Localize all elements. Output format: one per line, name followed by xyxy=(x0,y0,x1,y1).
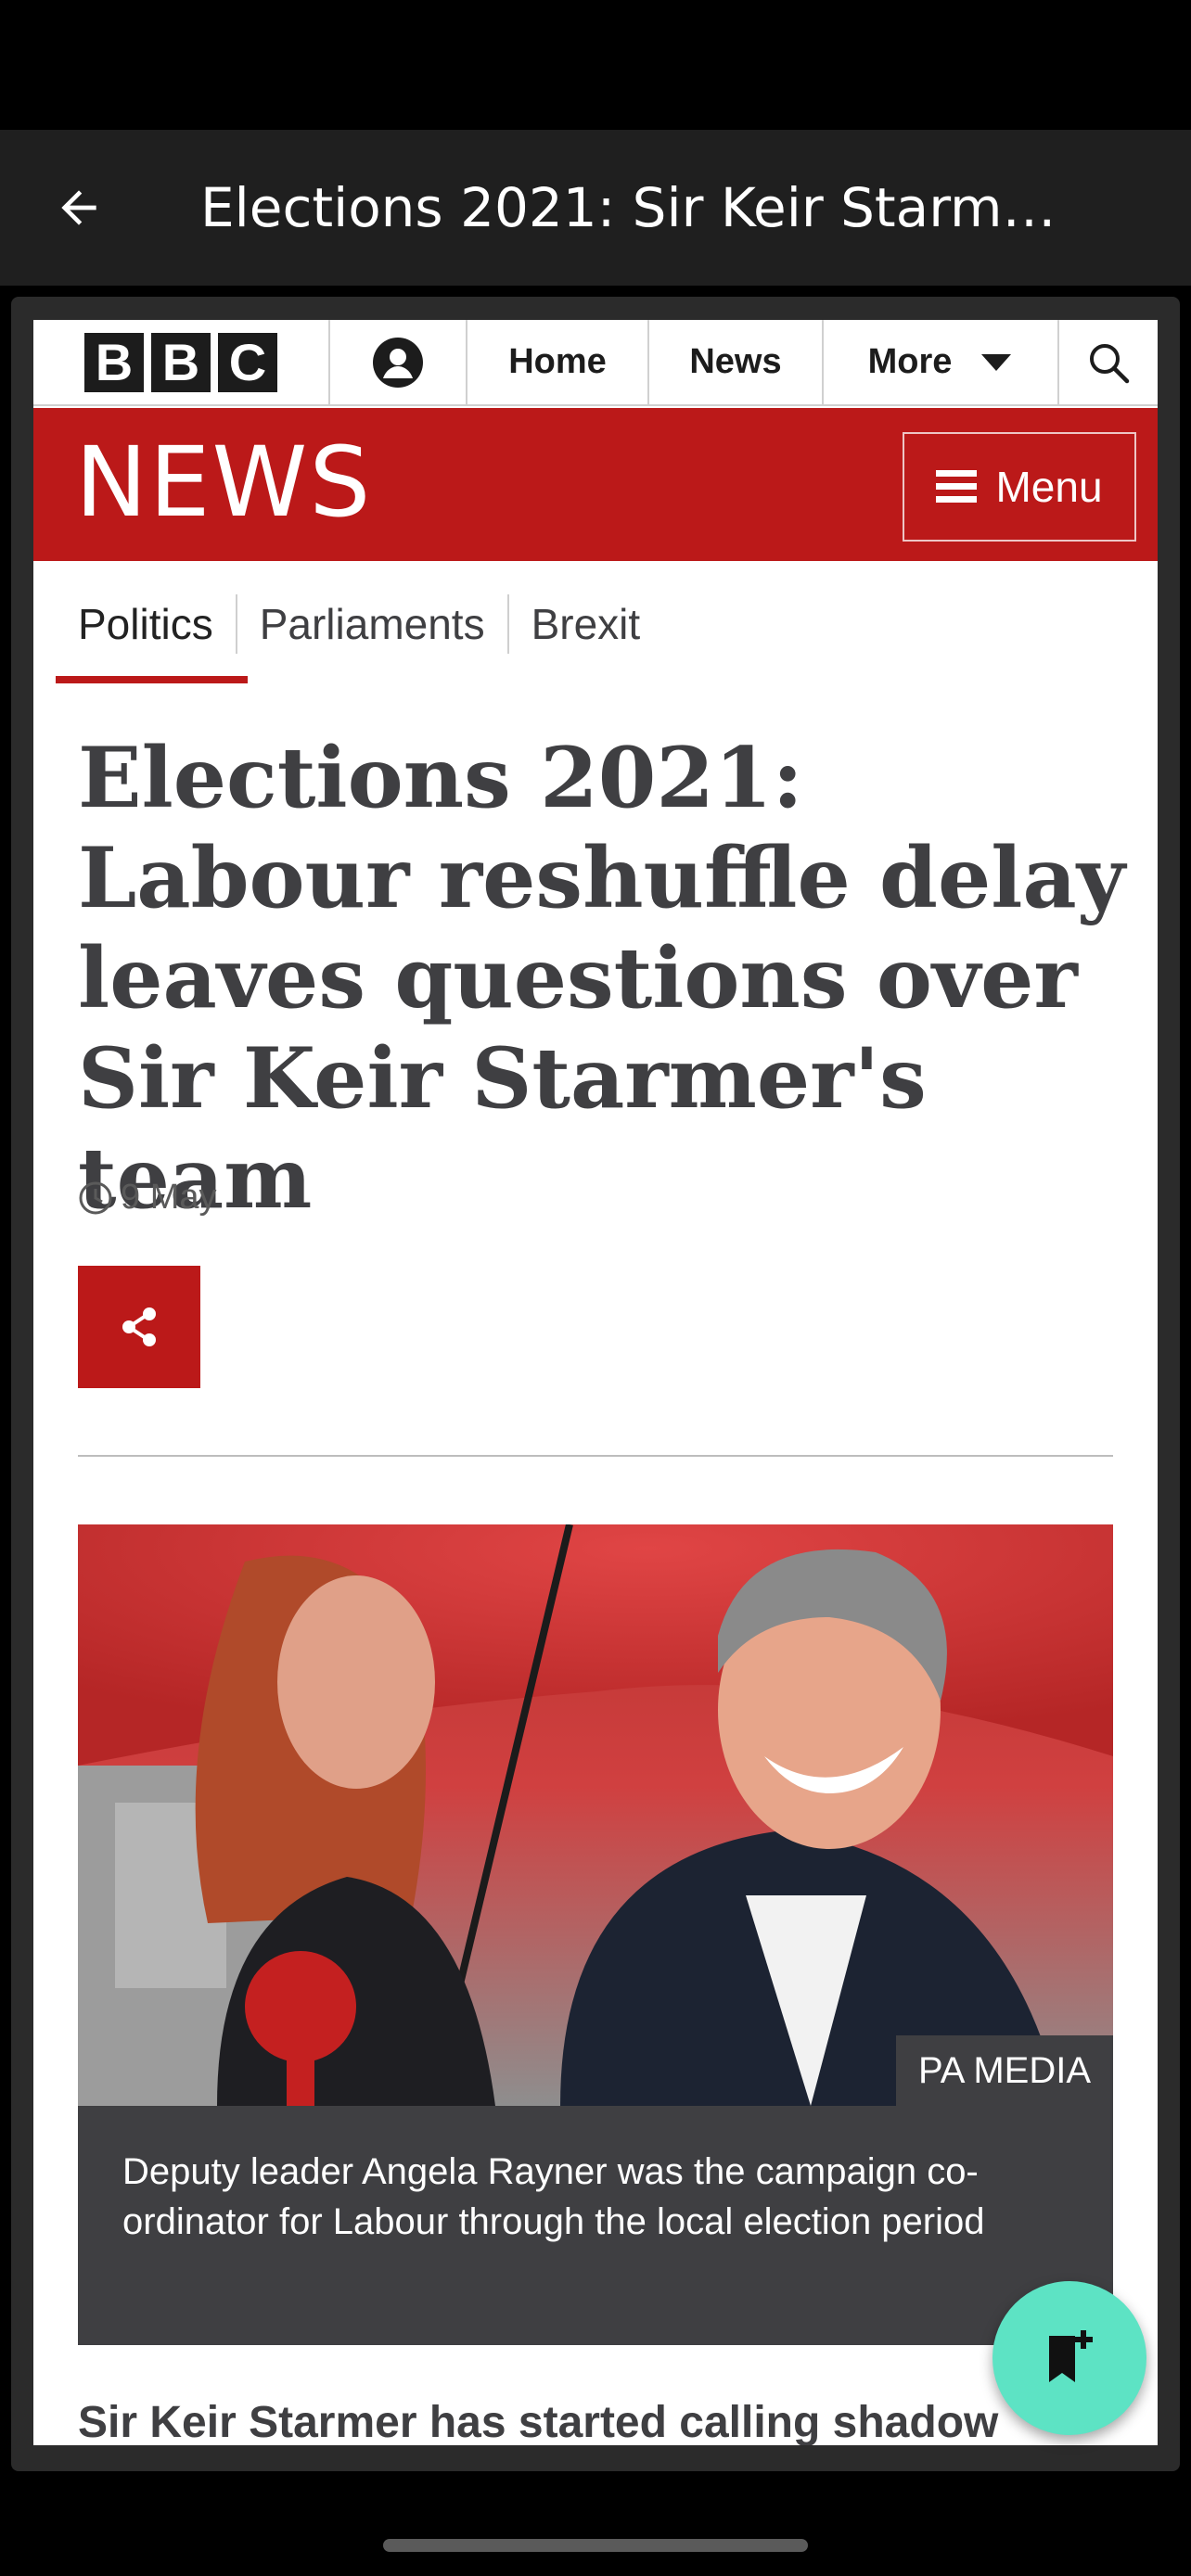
home-indicator[interactable] xyxy=(383,2539,808,2552)
bbc-logo-letter: B xyxy=(84,332,144,392)
menu-button[interactable]: Menu xyxy=(903,432,1136,542)
nav-news-link[interactable]: News xyxy=(649,320,824,404)
account-button[interactable] xyxy=(330,320,467,404)
section-subnav: Politics Parliaments Brexit xyxy=(56,594,662,654)
photo-illustration xyxy=(78,1524,1113,2106)
arrow-left-icon xyxy=(61,190,96,225)
share-icon xyxy=(122,1307,156,1346)
article-photo: PA MEDIA xyxy=(78,1524,1113,2106)
status-bar xyxy=(0,0,1191,130)
nav-more-button[interactable]: More xyxy=(824,320,1059,404)
search-button[interactable] xyxy=(1059,320,1158,404)
news-banner: NEWS Menu xyxy=(33,408,1158,561)
active-tab-indicator xyxy=(56,676,248,683)
search-icon xyxy=(1090,343,1130,383)
hamburger-icon xyxy=(936,470,978,503)
article-body-first-line: Sir Keir Starmer has started calling sha… xyxy=(78,2398,999,2445)
account-icon xyxy=(373,337,423,388)
image-credit: PA MEDIA xyxy=(896,2035,1113,2106)
article-page: B B C Home News More NEWS Menu Politics … xyxy=(33,320,1158,2445)
system-nav-bar xyxy=(0,2480,1191,2576)
article-date: 9 May xyxy=(78,1178,216,1218)
back-button[interactable] xyxy=(0,130,158,286)
app-title: Elections 2021: Sir Keir Starmer ... xyxy=(200,176,1085,239)
bbc-logo[interactable]: B B C xyxy=(33,320,330,404)
subnav-item-politics[interactable]: Politics xyxy=(56,594,237,654)
bookmark-add-button[interactable] xyxy=(992,2281,1146,2435)
date-text: 9 May xyxy=(121,1178,217,1217)
divider xyxy=(78,1455,1113,1457)
subnav-item-parliaments[interactable]: Parliaments xyxy=(237,594,509,654)
bbc-logo-letter: C xyxy=(218,332,277,392)
nav-more-label: More xyxy=(867,342,953,381)
image-caption: Deputy leader Angela Rayner was the camp… xyxy=(78,2106,1113,2345)
bbc-logo-letter: B xyxy=(151,332,211,392)
menu-label: Menu xyxy=(995,463,1103,511)
clock-icon xyxy=(79,1181,112,1214)
share-button[interactable] xyxy=(78,1266,200,1388)
bookmark-add-icon xyxy=(1049,2330,1093,2382)
news-wordmark[interactable]: NEWS xyxy=(75,434,372,530)
subnav-item-brexit[interactable]: Brexit xyxy=(509,594,663,654)
app-bar: Elections 2021: Sir Keir Starmer ... xyxy=(0,130,1191,286)
article-headline: Elections 2021: Labour reshuffle delay l… xyxy=(78,729,1126,1228)
bbc-top-bar: B B C Home News More xyxy=(33,320,1158,406)
caret-down-icon xyxy=(981,353,1012,371)
nav-home-link[interactable]: Home xyxy=(467,320,649,404)
